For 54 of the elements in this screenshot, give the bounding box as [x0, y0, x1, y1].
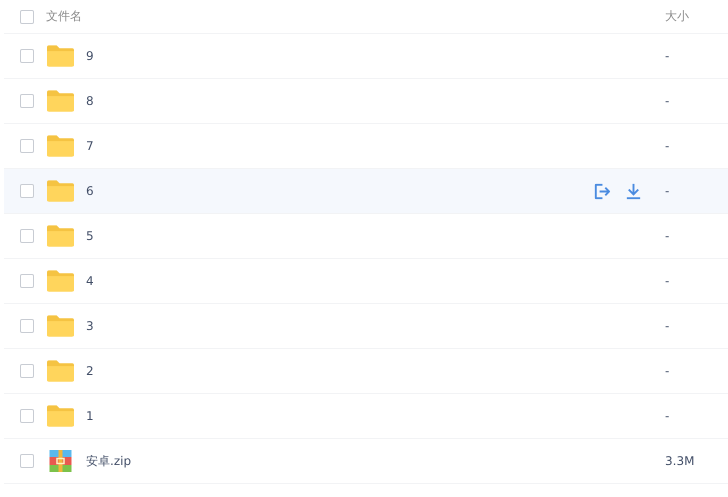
folder-icon [47, 225, 74, 247]
file-row[interactable]: 8 - [4, 79, 728, 124]
file-size: - [665, 49, 670, 63]
row-checkbox[interactable] [20, 94, 34, 108]
row-checkbox[interactable] [20, 319, 34, 333]
file-row[interactable]: 1 - [4, 394, 728, 439]
name-column-header[interactable]: 文件名 [46, 8, 665, 25]
archive-icon [47, 450, 74, 472]
folder-icon [47, 405, 74, 427]
file-name[interactable]: 安卓.zip [86, 452, 665, 470]
file-row[interactable]: 9 - [4, 34, 728, 79]
file-size: - [665, 274, 670, 288]
file-size: - [665, 229, 670, 243]
file-size: - [665, 409, 670, 423]
file-size: - [665, 364, 670, 378]
file-size: - [665, 94, 670, 108]
file-row[interactable]: 4 - [4, 259, 728, 304]
row-checkbox[interactable] [20, 229, 34, 243]
file-name[interactable]: 8 [86, 94, 665, 108]
file-name[interactable]: 5 [86, 229, 665, 243]
folder-icon [47, 180, 74, 202]
folder-icon [47, 45, 74, 67]
file-size: - [665, 139, 670, 153]
file-name[interactable]: 9 [86, 49, 665, 63]
file-row[interactable]: 3 - [4, 304, 728, 349]
size-column-header[interactable]: 大小 [665, 8, 728, 25]
folder-icon [47, 360, 74, 382]
row-checkbox[interactable] [20, 454, 34, 468]
download-icon[interactable] [624, 182, 643, 200]
select-all-checkbox[interactable] [20, 10, 34, 24]
file-name[interactable]: 3 [86, 319, 665, 333]
file-name[interactable]: 4 [86, 274, 665, 288]
share-icon[interactable] [592, 182, 611, 200]
file-size: - [665, 319, 670, 333]
file-name[interactable]: 7 [86, 139, 665, 153]
file-row[interactable]: 安卓.zip 3.3M [4, 439, 728, 484]
row-checkbox[interactable] [20, 274, 34, 288]
file-size: - [665, 184, 670, 198]
file-size: 3.3M [665, 454, 696, 468]
row-checkbox[interactable] [20, 409, 34, 423]
file-name[interactable]: 2 [86, 364, 665, 378]
folder-icon [47, 90, 74, 112]
folder-icon [47, 315, 74, 337]
file-row[interactable]: 5 - [4, 214, 728, 259]
file-name[interactable]: 6 [86, 184, 592, 198]
folder-icon [47, 270, 74, 292]
row-checkbox[interactable] [20, 139, 34, 153]
file-row[interactable]: 2 - [4, 349, 728, 394]
file-row[interactable]: 6 - [4, 169, 728, 214]
row-checkbox[interactable] [20, 364, 34, 378]
file-name[interactable]: 1 [86, 409, 665, 423]
row-checkbox[interactable] [20, 184, 34, 198]
folder-icon [47, 135, 74, 157]
row-checkbox[interactable] [20, 49, 34, 63]
